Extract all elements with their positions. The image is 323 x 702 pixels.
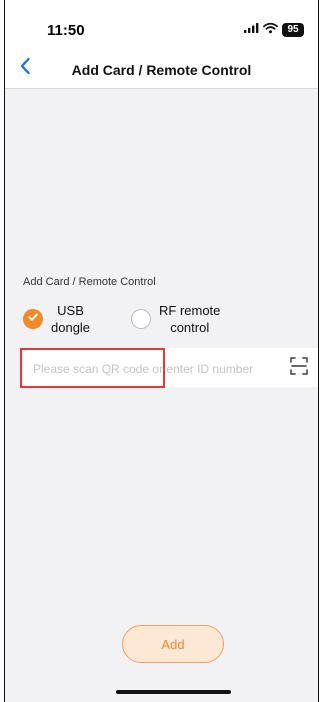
usb-dongle-radio[interactable]: USB dongle bbox=[23, 302, 90, 336]
signal-icon bbox=[243, 21, 259, 39]
wifi-icon bbox=[263, 21, 278, 39]
status-icons: 95 bbox=[243, 21, 304, 39]
battery-icon: 95 bbox=[282, 23, 304, 37]
page-title: Add Card / Remote Control bbox=[71, 62, 252, 78]
rf-remote-control-radio[interactable]: RF remote control bbox=[131, 302, 220, 336]
add-button[interactable]: Add bbox=[122, 625, 224, 663]
radio-checked bbox=[23, 309, 43, 329]
main-content: Add Card / Remote Control USB dongle RF … bbox=[5, 89, 318, 702]
section-label: Add Card / Remote Control bbox=[23, 276, 156, 288]
status-bar: 11:50 95 bbox=[5, 0, 318, 48]
scan-button[interactable] bbox=[288, 356, 310, 381]
status-time: 11:50 bbox=[47, 22, 85, 39]
phone-screen: 11:50 95 Add Card / Remote Control Add C… bbox=[4, 0, 319, 702]
id-input-row bbox=[23, 348, 318, 389]
usb-dongle-label: USB dongle bbox=[51, 303, 91, 335]
navigation-bar: Add Card / Remote Control bbox=[5, 52, 318, 88]
top-area: 11:50 95 Add Card / Remote Control bbox=[5, 0, 318, 89]
device-type-radio-group: USB dongle RF remote control bbox=[23, 302, 263, 342]
radio-unchecked bbox=[131, 309, 151, 329]
rf-remote-control-label: RF remote control bbox=[159, 303, 221, 335]
id-input[interactable] bbox=[31, 348, 285, 389]
home-indicator bbox=[116, 690, 231, 694]
scan-frame-icon bbox=[289, 356, 309, 381]
check-icon bbox=[27, 310, 39, 328]
